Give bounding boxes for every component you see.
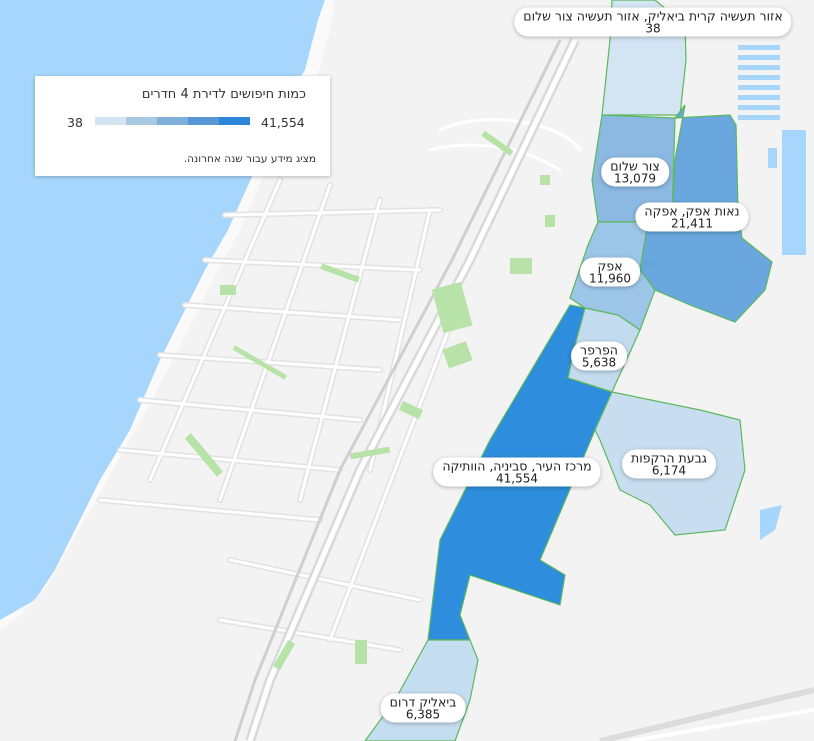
legend-swatch (188, 117, 219, 125)
legend-color-scale (95, 117, 250, 125)
neighborhood-label[interactable]: אפק 11,960 (580, 257, 640, 287)
neighborhood-value: 5,638 (581, 355, 617, 370)
neighborhood-value: 6,385 (405, 707, 441, 722)
neighborhood-value: 21,411 (670, 216, 713, 231)
legend-max-value: 41,554 (261, 115, 305, 130)
neighborhood-value: 38 (645, 21, 661, 36)
legend-swatch (95, 117, 126, 125)
legend-title: כמות חיפושים לדירת 4 חדרים (141, 87, 306, 102)
neighborhood-label[interactable]: מרכז העיר, סביניה, הוותיקה 41,554 (433, 457, 601, 487)
legend-swatch (126, 117, 157, 125)
neighborhood-label[interactable]: הפרפר 5,638 (571, 341, 627, 371)
legend-swatch (157, 117, 188, 125)
legend-min-value: 38 (67, 115, 83, 130)
neighborhood-label[interactable]: גבעת הרקפות 6,174 (622, 449, 716, 479)
legend-panel: כמות חיפושים לדירת 4 חדרים 38 41,554 מצי… (35, 76, 330, 176)
legend-note: מציג מידע עבור שנה אחרונה. (183, 153, 316, 165)
neighborhood-value: 13,079 (613, 171, 656, 186)
neighborhood-label[interactable]: צור שלום 13,079 (601, 157, 669, 187)
neighborhood-label[interactable]: ביאליק דרום 6,385 (380, 693, 466, 723)
neighborhood-value: 41,554 (495, 471, 538, 486)
neighborhood-value: 11,960 (589, 271, 631, 286)
neighborhood-value: 6,174 (651, 463, 687, 478)
legend-swatch (219, 117, 250, 125)
neighborhood-label[interactable]: נאות אפק, אפקה 21,411 (635, 202, 749, 232)
neighborhood-label[interactable]: אזור תעשיה קרית ביאליק, אזור תעשיה צור ש… (514, 7, 792, 37)
